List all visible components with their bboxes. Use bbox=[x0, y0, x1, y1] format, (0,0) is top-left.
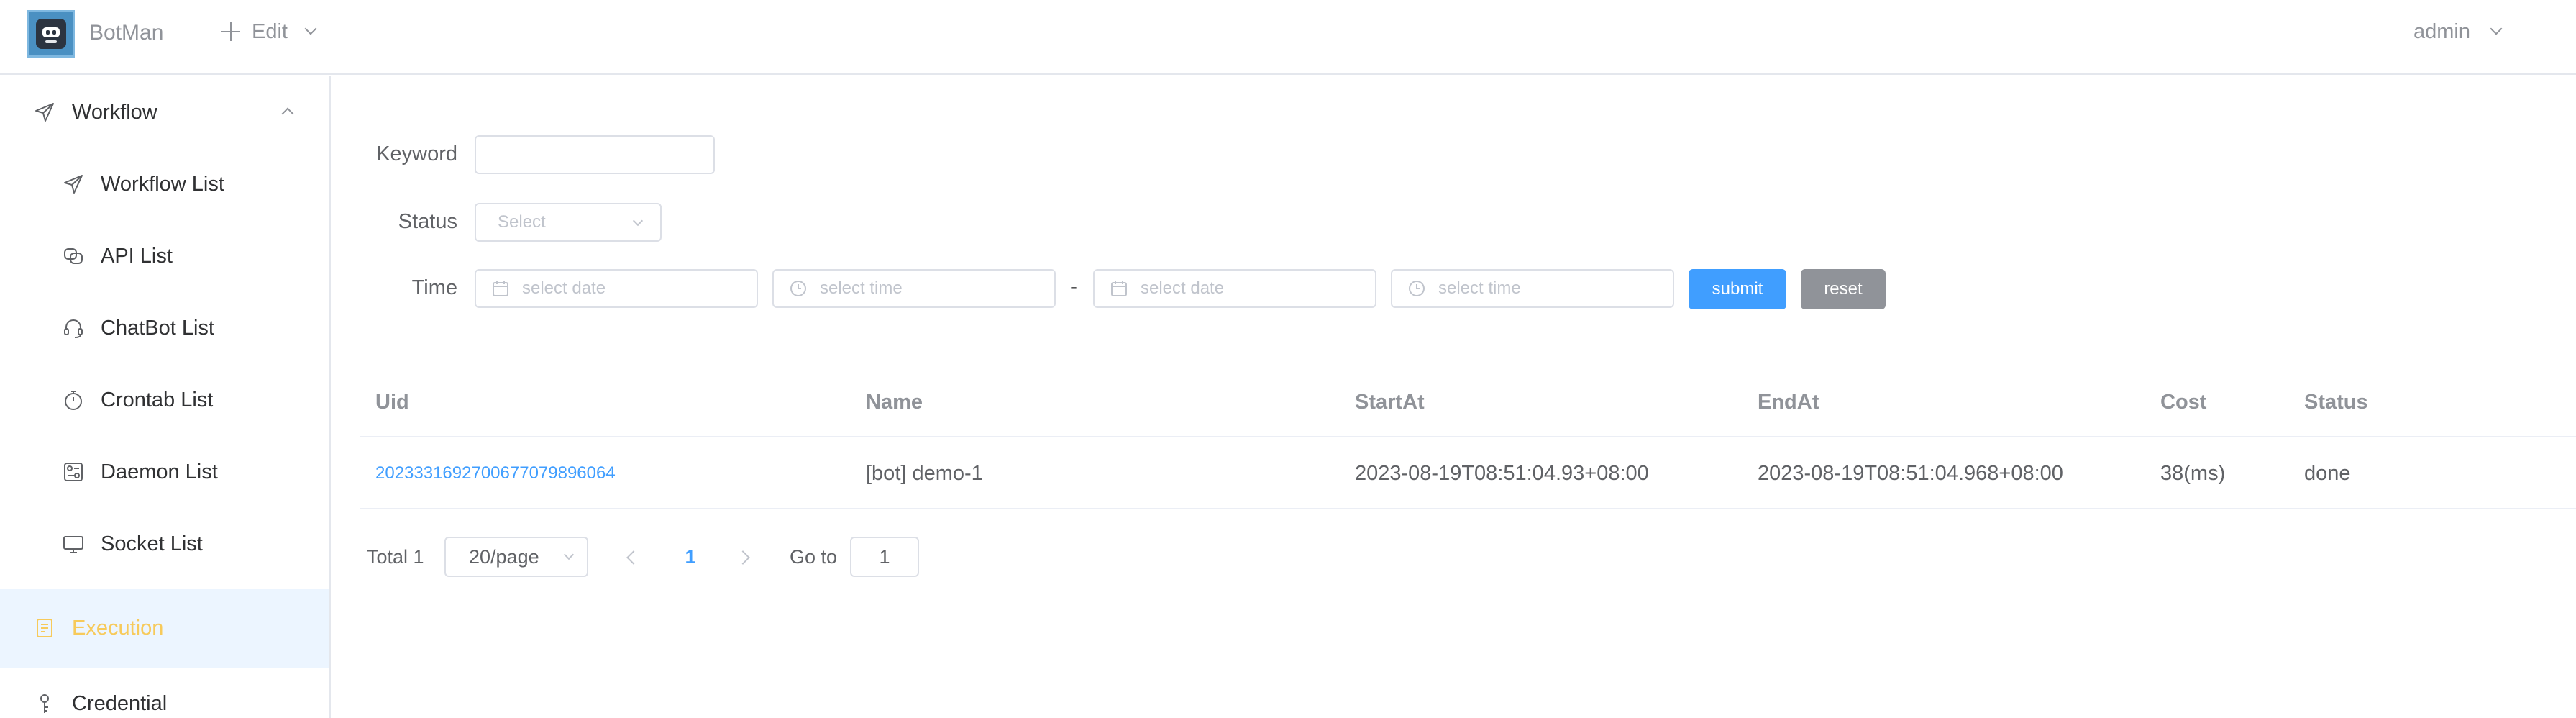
calendar-icon bbox=[1110, 280, 1128, 297]
key-icon bbox=[33, 692, 56, 715]
time-label: Time bbox=[411, 276, 457, 299]
submit-button[interactable]: submit bbox=[1689, 269, 1786, 309]
monitor-icon bbox=[62, 532, 85, 555]
end-time-placeholder: select time bbox=[1438, 278, 1521, 298]
start-date-placeholder: select date bbox=[522, 278, 606, 298]
sidebar-item-credential[interactable]: Credential bbox=[0, 668, 329, 718]
sidebar-item-label: Daemon List bbox=[101, 460, 218, 483]
sidebar-item-socket-list[interactable]: Socket List bbox=[0, 508, 329, 580]
pagination-total: Total 1 bbox=[367, 546, 424, 568]
send-icon bbox=[33, 101, 56, 124]
prev-page-button[interactable] bbox=[617, 537, 646, 577]
sidebar-item-execution[interactable]: Execution bbox=[0, 589, 329, 668]
status-select-placeholder: Select bbox=[498, 212, 546, 232]
main-content: Keyword Status Select Time select date s… bbox=[331, 76, 2576, 718]
sidebar-item-label: API List bbox=[101, 244, 173, 268]
next-page-button[interactable] bbox=[731, 537, 759, 577]
sidebar: Workflow Workflow List API List ChatBot … bbox=[0, 76, 331, 718]
start-time-picker[interactable]: select time bbox=[772, 269, 1056, 308]
clock-icon bbox=[790, 280, 807, 297]
sidebar-item-label: Socket List bbox=[101, 532, 203, 555]
botman-logo bbox=[27, 10, 75, 58]
sidebar-group-workflow[interactable]: Workflow bbox=[0, 76, 329, 148]
page-number[interactable]: 1 bbox=[676, 537, 705, 577]
start-date-picker[interactable]: select date bbox=[475, 269, 758, 308]
status-select[interactable]: Select bbox=[475, 203, 662, 242]
user-menu[interactable]: admin bbox=[2413, 17, 2503, 46]
chevron-down-icon bbox=[304, 22, 317, 35]
end-date-picker[interactable]: select date bbox=[1093, 269, 1376, 308]
sidebar-item-crontab-list[interactable]: Crontab List bbox=[0, 364, 329, 436]
name-cell: [bot] demo-1 bbox=[866, 462, 983, 485]
start-time-placeholder: select time bbox=[820, 278, 903, 298]
headset-icon bbox=[62, 317, 85, 340]
end-date-placeholder: select date bbox=[1141, 278, 1225, 298]
sidebar-item-api-list[interactable]: API List bbox=[0, 220, 329, 292]
range-separator: - bbox=[1070, 275, 1077, 299]
goto-label: Go to bbox=[790, 546, 838, 568]
chevron-down-icon bbox=[632, 215, 644, 227]
api-icon bbox=[62, 245, 85, 268]
column-header-cost: Cost bbox=[2160, 391, 2207, 414]
document-icon bbox=[33, 617, 56, 640]
pagination: Total 1 20/page 1 Go to 1 bbox=[367, 537, 1230, 577]
edit-menu[interactable]: Edit bbox=[220, 17, 317, 46]
endat-cell: 2023-08-19T08:51:04.968+08:00 bbox=[1758, 462, 2063, 485]
sidebar-item-daemon-list[interactable]: Daemon List bbox=[0, 436, 329, 508]
chevron-down-icon bbox=[2490, 22, 2503, 35]
brand-name: BotMan bbox=[89, 21, 164, 45]
column-header-uid: Uid bbox=[375, 391, 409, 414]
sidebar-item-chatbot-list[interactable]: ChatBot List bbox=[0, 292, 329, 364]
row-divider bbox=[360, 508, 2576, 509]
timer-icon bbox=[62, 388, 85, 412]
send-icon bbox=[62, 173, 85, 196]
column-header-status: Status bbox=[2304, 391, 2368, 414]
sidebar-item-label: Crontab List bbox=[101, 388, 214, 412]
chevron-down-icon bbox=[563, 549, 575, 560]
goto-page-input[interactable]: 1 bbox=[850, 537, 919, 577]
keyword-input[interactable] bbox=[475, 135, 715, 174]
column-header-name: Name bbox=[866, 391, 923, 414]
end-time-picker[interactable]: select time bbox=[1391, 269, 1674, 308]
page-size-value: 20/page bbox=[469, 545, 539, 568]
user-menu-label: admin bbox=[2413, 19, 2470, 43]
sidebar-group-label: Workflow bbox=[72, 100, 157, 124]
calendar-icon bbox=[492, 280, 509, 297]
top-header: BotMan Edit admin bbox=[0, 0, 2576, 75]
plus-icon bbox=[220, 21, 242, 42]
status-label: Status bbox=[398, 210, 457, 233]
status-cell: done bbox=[2304, 462, 2351, 485]
sidebar-item-label: ChatBot List bbox=[101, 316, 214, 340]
sidebar-item-workflow-list[interactable]: Workflow List bbox=[0, 148, 329, 220]
startat-cell: 2023-08-19T08:51:04.93+08:00 bbox=[1355, 462, 1649, 485]
column-header-endat: EndAt bbox=[1758, 391, 1819, 414]
column-header-startat: StartAt bbox=[1355, 391, 1425, 414]
cost-cell: 38(ms) bbox=[2160, 462, 2226, 485]
sidebar-item-label: Workflow List bbox=[101, 172, 224, 196]
sidebar-item-label: Credential bbox=[72, 691, 168, 715]
clock-icon bbox=[1408, 280, 1425, 297]
reset-button[interactable]: reset bbox=[1801, 269, 1886, 309]
sidebar-item-label: Execution bbox=[72, 616, 164, 640]
uid-link[interactable]: 20233316927006770798960​64 bbox=[375, 437, 616, 509]
page-size-select[interactable]: 20/page bbox=[444, 537, 588, 577]
edit-menu-label: Edit bbox=[252, 19, 288, 43]
chevron-up-icon bbox=[281, 107, 294, 120]
daemon-icon bbox=[62, 460, 85, 483]
keyword-label: Keyword bbox=[376, 142, 457, 165]
